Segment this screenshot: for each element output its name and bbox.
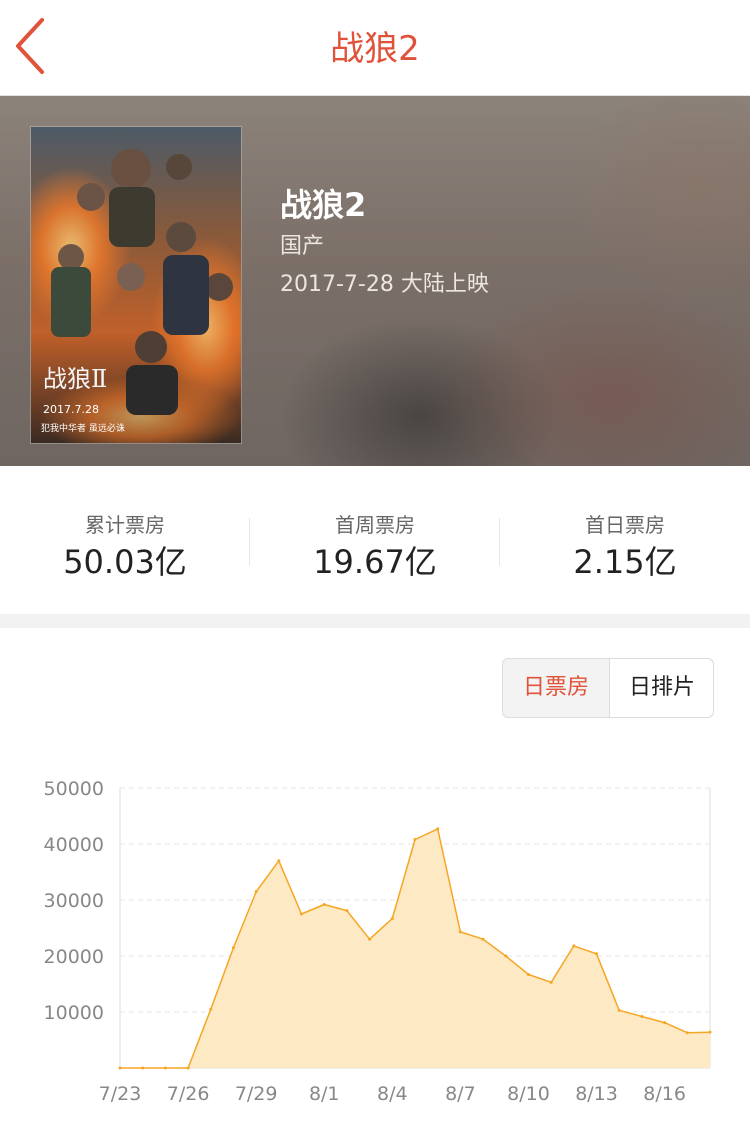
stat-label: 首日票房 [585, 513, 665, 537]
x-tick-label: 8/13 [575, 1083, 618, 1105]
poster-date-text: 2017.7.28 [43, 403, 99, 416]
data-point [708, 1030, 712, 1034]
x-tick-label: 8/16 [643, 1083, 686, 1105]
stat-label: 累计票房 [85, 513, 165, 537]
data-point [413, 838, 417, 842]
data-point [685, 1031, 689, 1035]
movie-release-date: 2017-7-28 大陆上映 [280, 272, 489, 297]
data-point [231, 946, 235, 950]
movie-poster: 战狼Ⅱ 2017.7.28 犯我中华者 虽远必诛 [30, 126, 242, 444]
x-tick-label: 8/4 [377, 1083, 408, 1105]
box-office-chart: 10000 20000 30000 40000 50000 7/23 7/26 7/29 8/1… [44, 778, 712, 1105]
data-point [526, 972, 530, 976]
data-point [617, 1008, 621, 1012]
data-point [118, 1066, 122, 1070]
data-point [300, 912, 304, 916]
y-tick-label: 10000 [44, 1002, 104, 1024]
data-point [663, 1021, 667, 1025]
data-point [458, 930, 462, 934]
stat-value: 19.67亿 [313, 543, 437, 581]
data-point [345, 909, 349, 913]
y-tick-label: 30000 [44, 890, 104, 912]
x-tick-label: 8/7 [445, 1083, 476, 1105]
poster-title-text: 战狼Ⅱ [43, 365, 107, 393]
box-office-stats: 累计票房 50.03亿 首周票房 19.67亿 首日票房 2.15亿 [0, 466, 750, 614]
data-point [390, 916, 394, 920]
y-tick-label: 40000 [44, 834, 104, 856]
data-point [322, 902, 326, 906]
data-point [595, 952, 599, 956]
y-tick-label: 20000 [44, 946, 104, 968]
series-area [120, 828, 710, 1068]
x-tick-label: 7/23 [99, 1083, 142, 1105]
section-gap [0, 614, 750, 628]
data-point [209, 1007, 213, 1011]
x-tick-label: 8/1 [309, 1083, 340, 1105]
y-tick-label: 50000 [44, 778, 104, 800]
data-point [254, 890, 258, 894]
data-point [141, 1066, 145, 1070]
x-tick-label: 7/26 [167, 1083, 210, 1105]
data-point [640, 1014, 644, 1018]
stat-first-day: 首日票房 2.15亿 [500, 512, 750, 584]
stat-label: 首周票房 [335, 513, 415, 537]
x-tick-label: 7/29 [235, 1083, 278, 1105]
data-point [572, 944, 576, 948]
stat-first-week: 首周票房 19.67亿 [250, 512, 500, 584]
chart-section: 日票房 日排片 10000 20000 30000 40000 50000 7/23 7/2… [0, 628, 750, 1133]
movie-origin: 国产 [280, 234, 325, 259]
movie-hero: 战狼Ⅱ 2017.7.28 犯我中华者 虽远必诛 战狼2 国产 2017-7-2… [0, 96, 750, 466]
top-bar: 战狼2 [0, 0, 750, 96]
data-point [368, 937, 372, 941]
stat-value: 50.03亿 [63, 543, 187, 581]
stat-total: 累计票房 50.03亿 [0, 512, 250, 584]
data-point [186, 1066, 190, 1070]
data-point [549, 980, 553, 984]
x-tick-label: 8/10 [507, 1083, 550, 1105]
movie-title: 战狼2 [280, 186, 367, 224]
page-title: 战狼2 [330, 29, 420, 69]
data-point [163, 1066, 167, 1070]
poster-slogan-text: 犯我中华者 虽远必诛 [41, 422, 125, 434]
stat-value: 2.15亿 [573, 543, 677, 581]
data-point [277, 859, 281, 863]
data-point [436, 827, 440, 831]
movie-info: 战狼2 国产 2017-7-28 大陆上映 [280, 184, 489, 300]
data-point [481, 937, 485, 941]
data-point [504, 954, 508, 958]
